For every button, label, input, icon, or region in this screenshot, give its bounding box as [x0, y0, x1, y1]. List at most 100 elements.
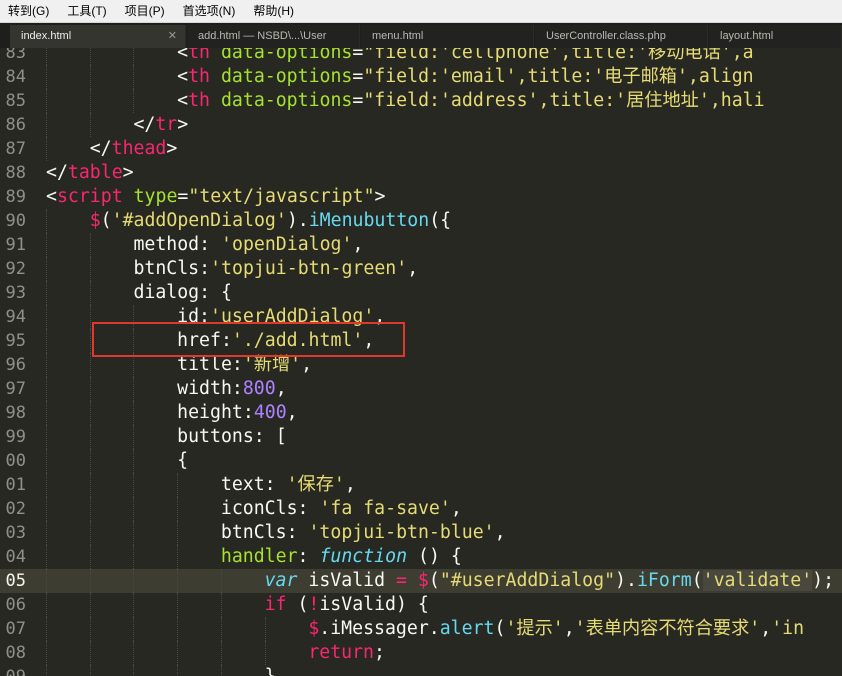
code-line: iconCls: 'fa fa-save',	[221, 497, 462, 521]
indent-guide	[46, 48, 47, 65]
menu-item[interactable]: 项目(P)	[116, 0, 174, 22]
code-token: tr	[155, 114, 178, 135]
code-token: data-options	[220, 48, 353, 63]
tab-label: menu.html	[372, 30, 424, 42]
code-token: (	[691, 570, 703, 591]
code-token: 'openDialog'	[221, 234, 353, 255]
code-token: <	[177, 66, 189, 87]
code-line: width:800,	[177, 377, 287, 401]
code-token: thead	[111, 138, 167, 159]
menu-item[interactable]: 转到(G)	[0, 0, 58, 22]
tab-3[interactable]: menu.html	[361, 25, 534, 48]
code-token: </	[46, 162, 68, 183]
code-token: '#addOpenDialog'	[111, 210, 287, 231]
indent-guide	[264, 617, 266, 641]
code-token: </	[133, 114, 156, 135]
code-token: th	[188, 66, 211, 87]
line-number: 02	[5, 499, 26, 519]
line-number: 05	[5, 571, 26, 591]
tab-close-icon[interactable]: ✕	[168, 25, 177, 48]
code-token: <	[46, 186, 57, 207]
menu-item[interactable]: 帮助(H)	[244, 0, 303, 22]
line-number: 90	[5, 211, 26, 231]
tab-1[interactable]: index.html ✕	[10, 25, 186, 48]
indent-guide	[89, 473, 91, 497]
code-token: <	[177, 48, 189, 63]
tab-label: UserController.class.php	[546, 30, 666, 42]
code-token: $	[308, 618, 320, 639]
indent-guide	[46, 545, 47, 569]
code-token: '新增'	[242, 354, 302, 375]
code-token: "field:'cellphone',title:'移动电话',a	[363, 48, 754, 63]
code-line: $('#addOpenDialog').iMenubutton({	[90, 209, 451, 233]
code-line: var isValid = $("#userAddDialog").iForm(…	[265, 569, 834, 593]
indent-guide	[133, 65, 135, 89]
tab-5[interactable]: layout.html	[709, 25, 842, 48]
code-token: ,	[494, 522, 506, 543]
indent-guide	[177, 617, 179, 641]
code-token: </	[89, 138, 112, 159]
code-token: $	[89, 210, 101, 231]
code-token: alert	[439, 618, 495, 639]
line-number: 00	[5, 451, 26, 471]
code-token: ,	[563, 618, 575, 639]
code-token: <	[177, 90, 189, 111]
code-token: "field:'address',title:'居住地址',hali	[363, 90, 765, 111]
indent-guide	[177, 665, 179, 676]
tab-2[interactable]: add.html — NSBD\...\User	[187, 25, 360, 48]
indent-guide	[264, 641, 266, 665]
line-number: 88	[5, 163, 26, 183]
indent-guide	[46, 281, 47, 305]
line-number: 89	[5, 187, 26, 207]
code-token: 'in	[771, 618, 805, 639]
code-token: height:	[177, 402, 254, 423]
code-line: dialog: {	[133, 281, 232, 305]
menu-item[interactable]: 首选项(N)	[174, 0, 245, 22]
code-token: isValid	[297, 570, 397, 591]
indent-guide	[177, 473, 179, 497]
code-token: ,	[301, 354, 313, 375]
indent-guide	[220, 641, 222, 665]
code-editor[interactable]: 83 84 85 86 87 88 89 90 91 92 93 94 95 96 97 98 99 00 01 02…	[0, 48, 842, 676]
indent-guide	[133, 641, 135, 665]
line-number: 84	[5, 67, 26, 87]
code-token: (	[286, 594, 309, 615]
indent-guide	[89, 665, 91, 676]
tab-bar: index.html ✕ add.html — NSBD\...\User menu.…	[0, 23, 842, 48]
code-token: 'validate'	[702, 570, 813, 591]
code-token: .	[319, 618, 331, 639]
indent-guide	[89, 113, 91, 137]
indent-guide	[133, 521, 135, 545]
code-line: <th data-options="field:'email',title:'电…	[177, 65, 753, 89]
indent-guide	[46, 305, 47, 329]
line-number: 93	[5, 283, 26, 303]
line-number: 06	[5, 595, 26, 615]
indent-guide	[46, 569, 47, 593]
indent-guide	[89, 377, 91, 401]
menu-item[interactable]: 工具(T)	[58, 0, 115, 22]
indent-guide	[46, 377, 47, 401]
code-line: handler: function () {	[221, 545, 462, 569]
line-number: 95	[5, 331, 26, 351]
indent-guide	[133, 377, 135, 401]
tab-label: layout.html	[720, 30, 774, 42]
line-number: 83	[5, 48, 26, 63]
line-number: 01	[5, 475, 26, 495]
indent-guide	[133, 425, 135, 449]
indent-guide	[133, 545, 135, 569]
indent-guide	[89, 641, 91, 665]
indent-guide	[46, 209, 47, 233]
tab-4[interactable]: UserController.class.php	[535, 25, 708, 48]
code-line: if (!isValid) {	[265, 593, 429, 617]
code-token: ,	[407, 258, 419, 279]
line-number: 98	[5, 403, 26, 423]
menu-bar: 转到(G) 工具(T) 项目(P) 首选项(N) 帮助(H)	[0, 0, 842, 23]
line-number: 03	[5, 523, 26, 543]
code-token: {	[177, 450, 189, 471]
code-line: return;	[308, 641, 385, 665]
code-line: {	[177, 449, 188, 473]
